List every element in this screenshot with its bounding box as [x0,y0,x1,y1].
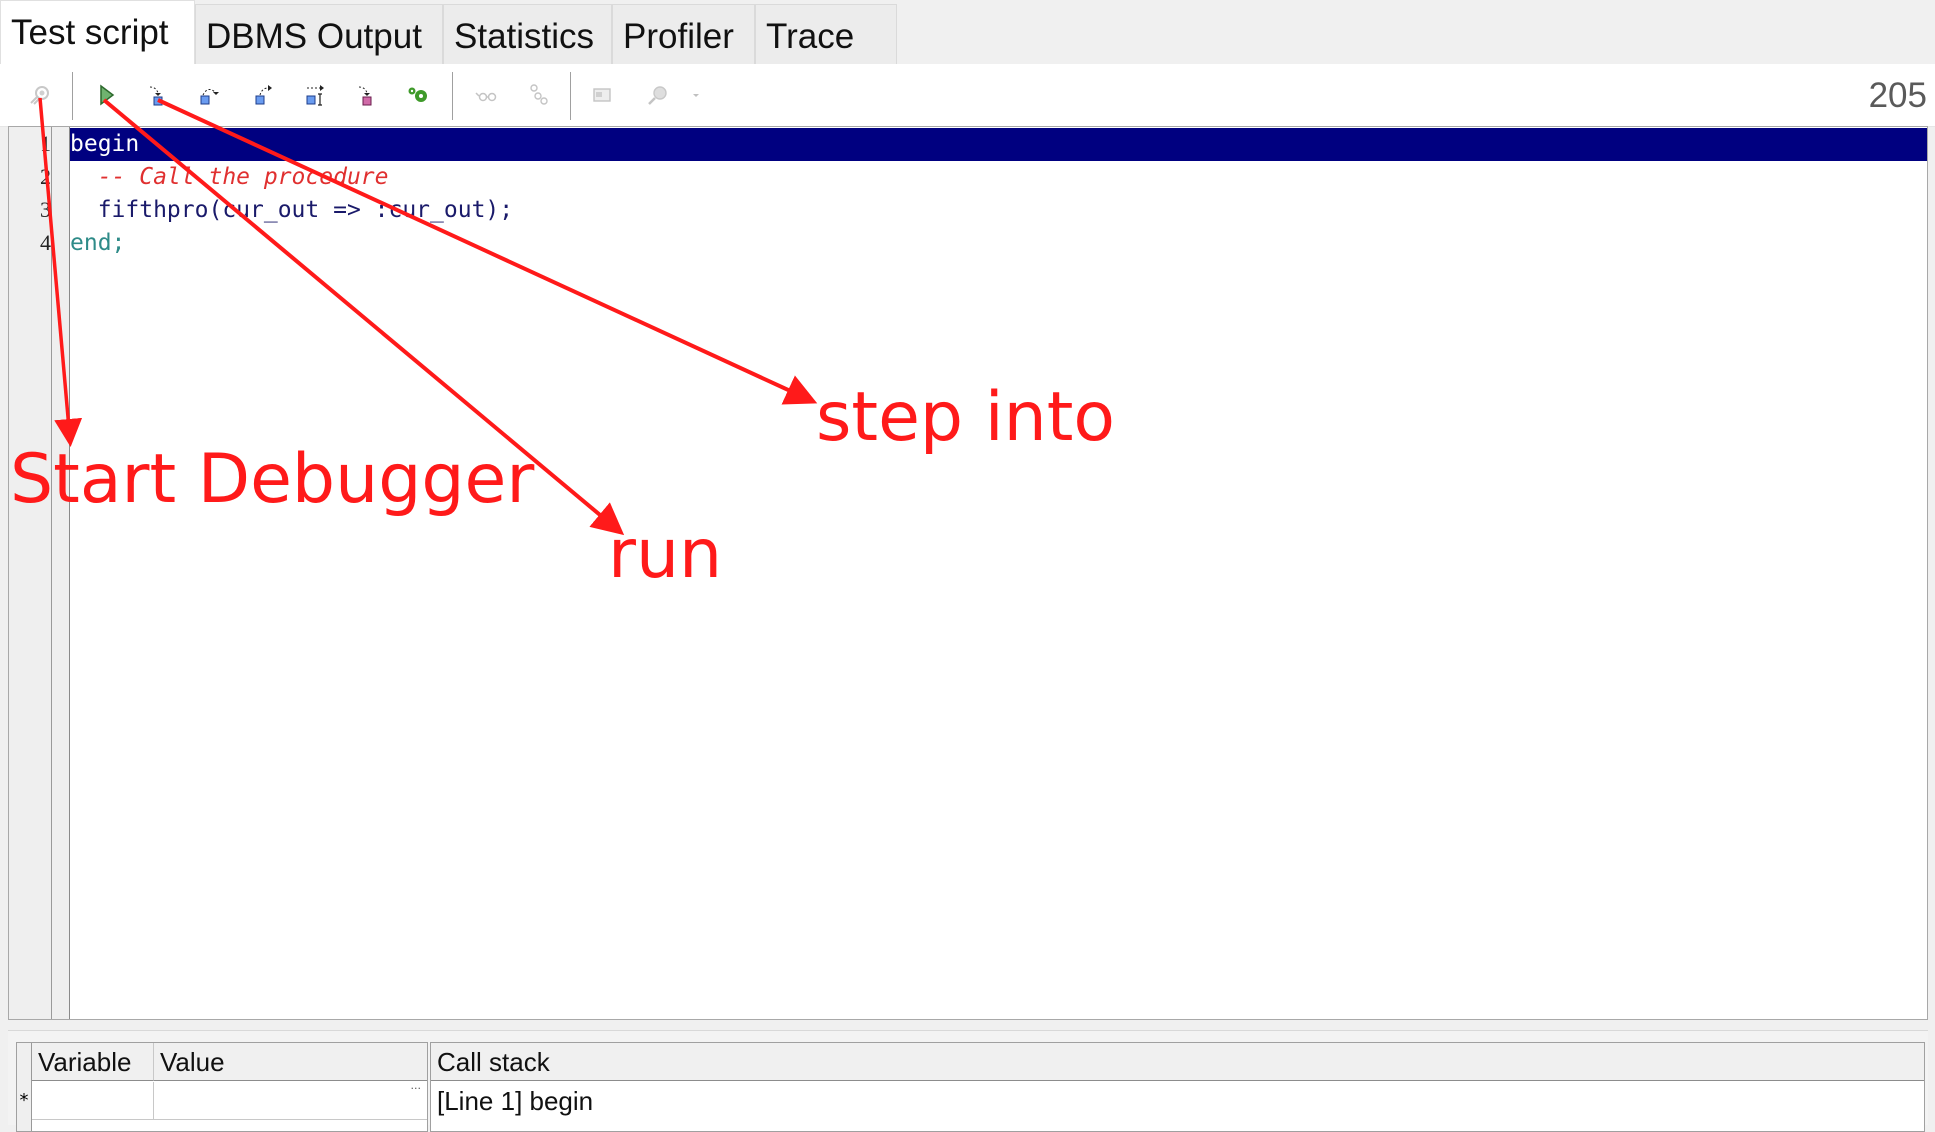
breakpoint-icon [530,84,548,105]
code-line-3[interactable]: fifthpro(cur_out => :cur_out); [70,194,1927,227]
value-ellipsis-button[interactable]: ... [411,1079,422,1092]
gear-icon [408,87,427,102]
value-cell[interactable] [154,1082,427,1120]
tab-trace[interactable]: Trace [755,4,897,64]
tab-label: Statistics [454,17,595,56]
step-over-icon [200,89,219,105]
run-to-line-icon [306,85,324,106]
toolbar-separator [72,72,73,120]
code-line-2[interactable]: -- Call the procedure [70,161,1927,194]
callstack-header: Call stack [431,1043,1924,1081]
run-to-exception-button[interactable] [354,82,380,108]
line-number-gutter: 1 2 3 4 [9,127,52,1019]
callstack-entry[interactable]: [Line 1] begin [431,1082,1924,1120]
step-out-button[interactable] [250,82,276,108]
step-into-icon [149,86,163,106]
tab-bar: Test script DBMS Output Statistics Profi… [0,0,1935,65]
code-editor[interactable]: 1 2 3 4 begin -- Call the procedure fift… [8,126,1928,1020]
tab-profiler[interactable]: Profiler [612,4,755,64]
toolbar-separator [452,72,453,120]
variable-cell[interactable] [32,1082,154,1120]
new-row-marker: * [19,1090,29,1111]
start-debugger-button[interactable] [27,82,53,108]
breakpoint-gutter[interactable] [52,127,70,1019]
run-to-next-line-button[interactable] [303,82,329,108]
run-annotation: run [608,515,723,594]
toolbar-separator [570,72,571,120]
tab-label: Trace [766,17,855,56]
tab-dbms-output[interactable]: DBMS Output [195,4,443,64]
code-text: begin [70,131,140,157]
variables-grid: Variable Value * ... [16,1042,428,1132]
debug-panels: Variable Value * ... Call stack [Line 1]… [8,1030,1928,1132]
line-counter: 205 [1868,76,1927,115]
step-out-icon [255,85,272,105]
search-icon [648,86,667,105]
window-icon [593,88,611,102]
glasses-icon [475,92,497,102]
run-to-exception-icon [358,86,372,106]
watch-button[interactable] [473,82,499,108]
tab-test-script[interactable]: Test script [0,0,195,65]
column-header-value[interactable]: Value [154,1043,427,1081]
start-debugger-annotation: Start Debugger [10,440,535,519]
code-text: fifthpro(cur_out => :cur_out); [70,197,514,223]
run-button[interactable] [93,82,119,108]
run-icon [100,84,115,106]
chevron-down-icon [693,94,699,97]
line-number: 2 [40,164,51,189]
debug-options-button[interactable] [405,82,431,108]
code-line-1[interactable]: begin [70,128,1927,161]
code-text: -- Call the procedure [70,164,389,190]
tab-label: DBMS Output [206,17,422,56]
tab-statistics[interactable]: Statistics [443,4,612,64]
code-text: end; [70,230,126,256]
debug-toolbar: 205 [0,64,1935,127]
tab-label: Profiler [623,17,734,56]
line-number: 1 [40,131,51,156]
step-over-button[interactable] [197,82,223,108]
find-button[interactable] [645,82,671,108]
view-output-button[interactable] [589,82,615,108]
column-header-variable[interactable]: Variable [32,1043,154,1081]
toggle-breakpoint-button[interactable] [525,82,551,108]
callstack-panel: Call stack [Line 1] begin [430,1042,1925,1132]
step-into-annotation: step into [816,378,1115,457]
code-line-4[interactable]: end; [70,227,1927,260]
tab-label: Test script [11,13,169,52]
line-number: 3 [40,197,51,222]
line-number: 4 [40,230,51,255]
find-dropdown-button[interactable] [683,82,709,108]
step-into-button[interactable] [145,82,171,108]
debugger-icon [30,86,49,105]
